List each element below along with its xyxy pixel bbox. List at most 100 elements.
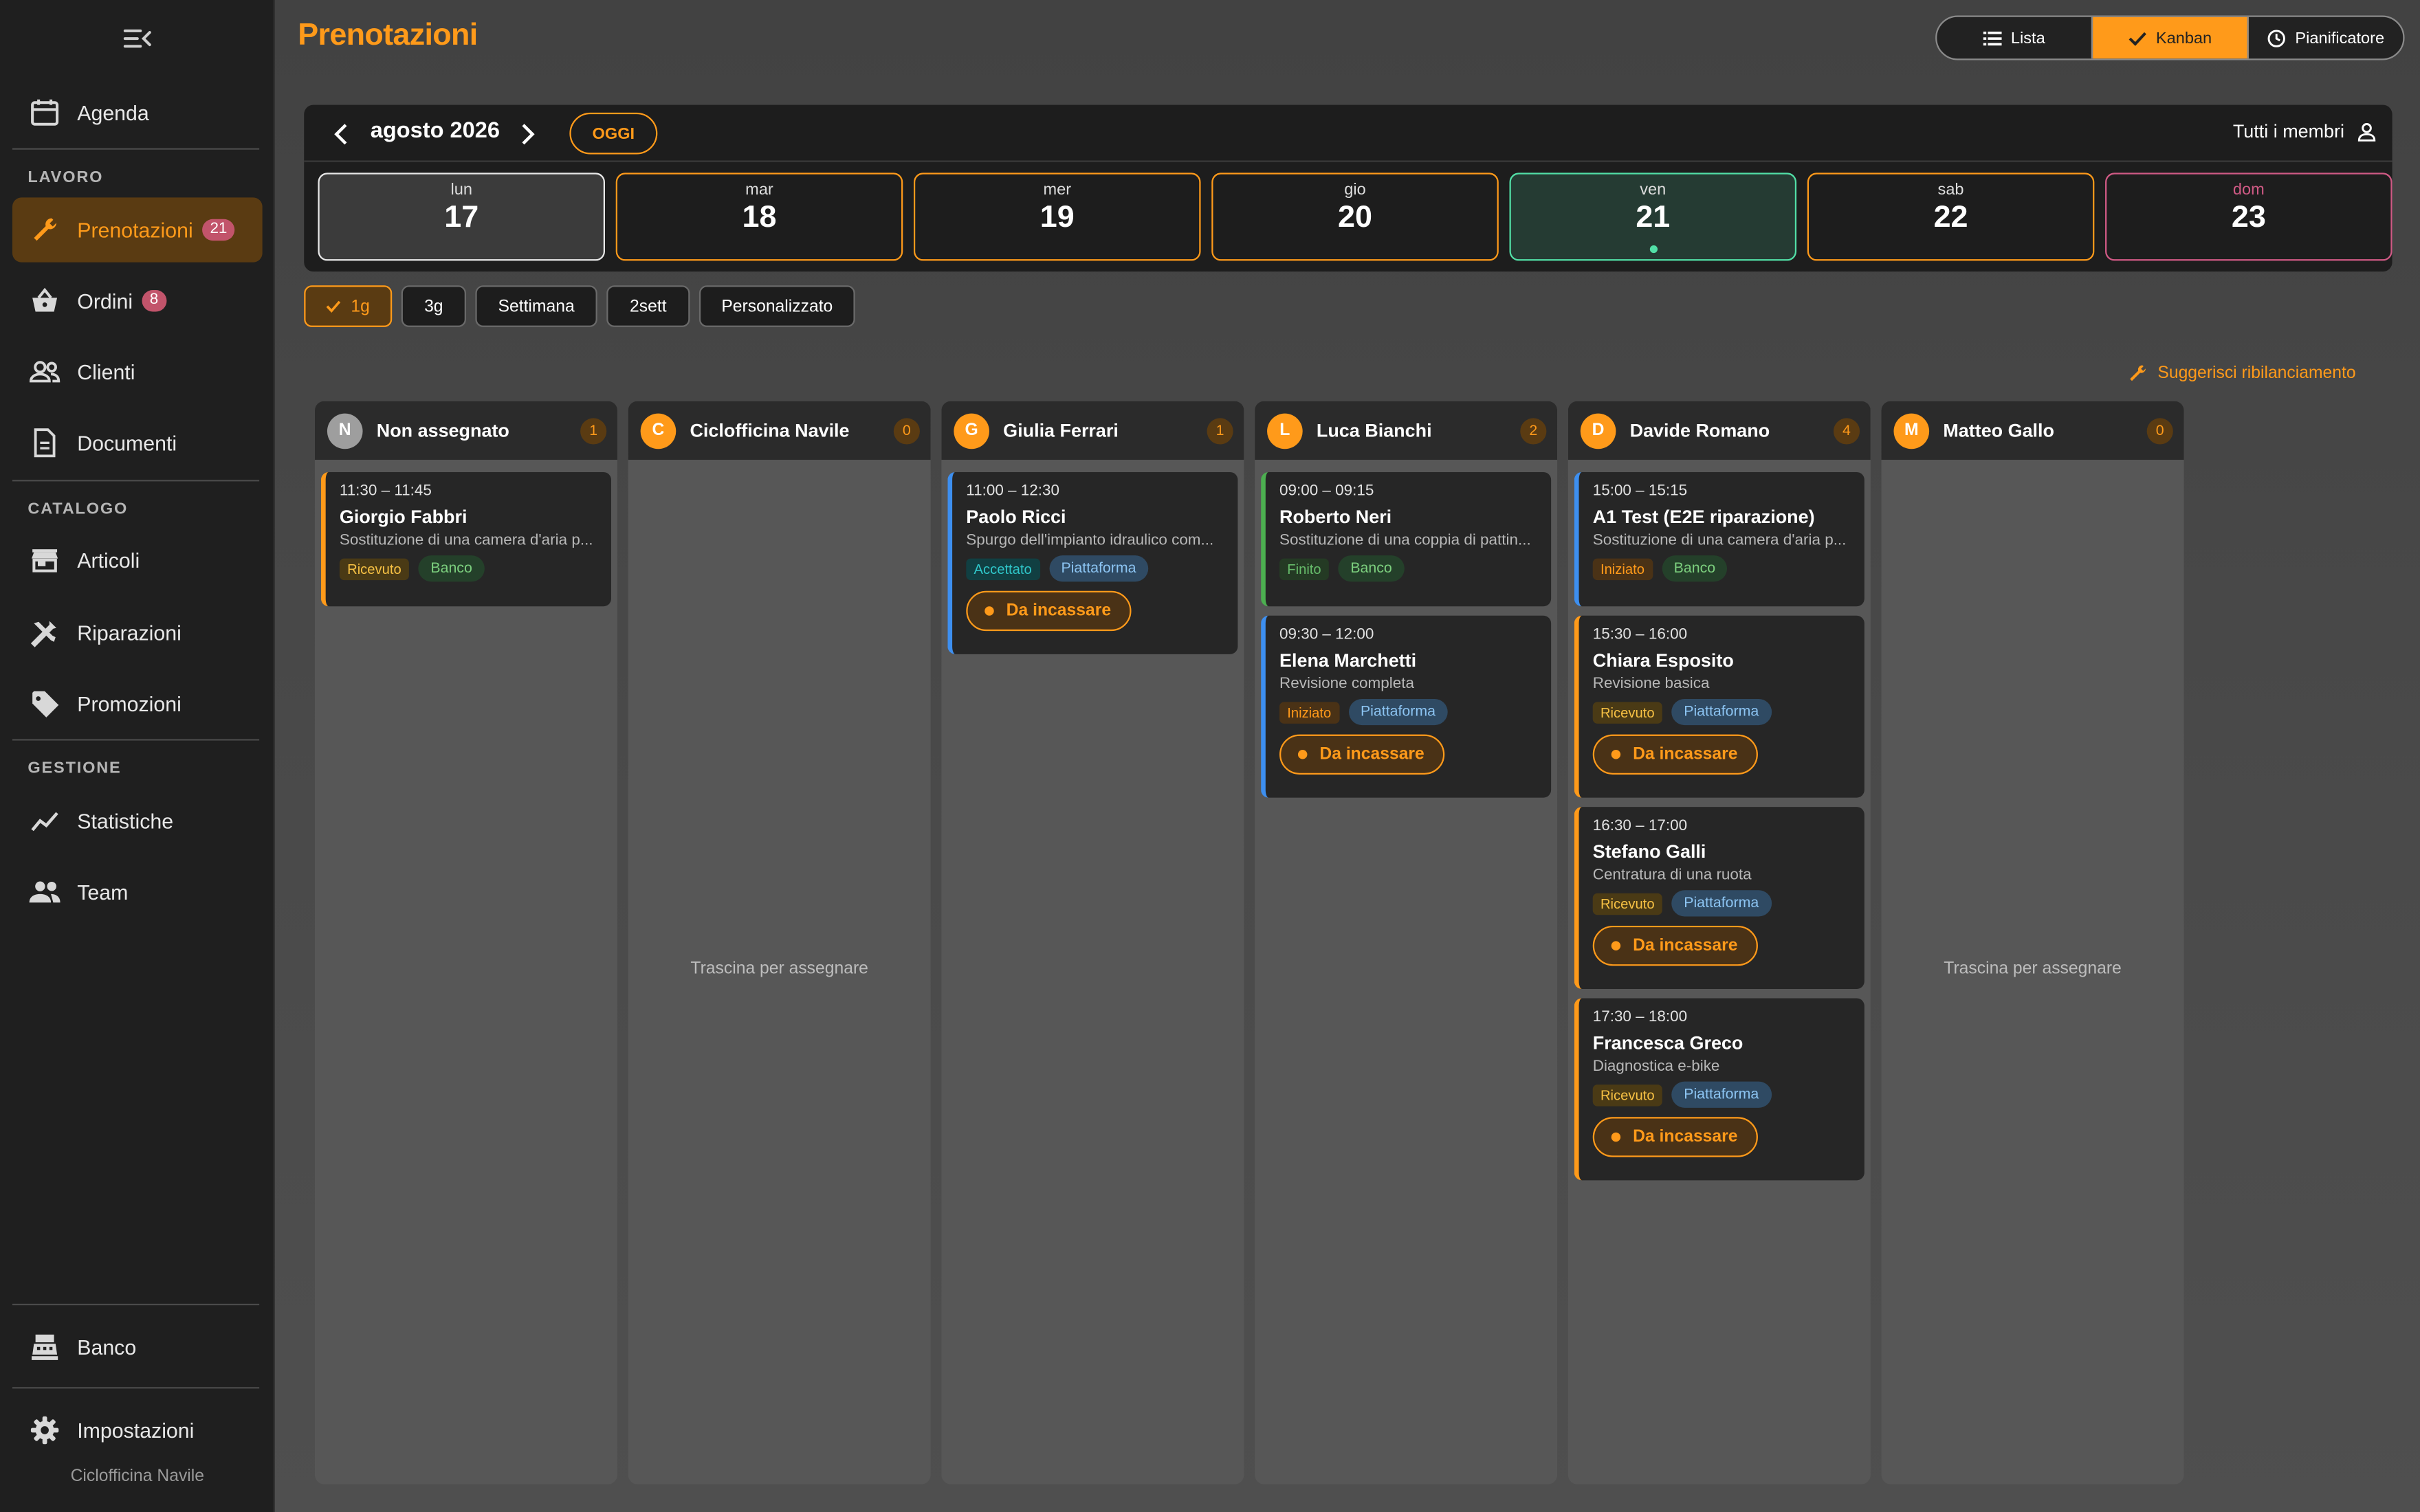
day-name: dom <box>2232 180 2265 199</box>
day-dom[interactable]: dom 23 <box>2105 173 2392 261</box>
status-badge: Iniziato <box>1592 557 1653 579</box>
sidebar-item-label: Clienti <box>77 360 135 383</box>
sidebar-item-articoli[interactable]: Articoli <box>12 528 263 592</box>
sidebar-item-prenotazioni[interactable]: Prenotazioni 21 <box>12 197 263 263</box>
section-label-gestione: GESTIONE <box>28 759 122 778</box>
day-gio[interactable]: gio 20 <box>1211 173 1499 261</box>
day-name: sab <box>1937 180 1964 199</box>
suggest-label: Suggerisci ribilanciamento <box>2157 364 2356 383</box>
sidebar-item-label: Banco <box>77 1335 137 1359</box>
section-label-catalogo: CATALOGO <box>28 500 129 519</box>
tag-icon <box>28 687 61 720</box>
day-ven[interactable]: ven 21 <box>1509 173 1797 261</box>
sidebar-item-label: Team <box>77 880 129 904</box>
today-button[interactable]: OGGI <box>569 112 658 155</box>
kanban-column[interactable]: D Davide Romano 4 15:00 – 15:15 A1 Test … <box>1568 401 1871 1485</box>
day-number: 18 <box>742 200 777 235</box>
sidebar-item-statistiche[interactable]: Statistiche <box>12 788 263 853</box>
sidebar-item-impostazioni[interactable]: Impostazioni <box>12 1398 263 1463</box>
avatar: G <box>954 412 989 449</box>
booking-card[interactable]: 16:30 – 17:00 Stefano Galli Centratura d… <box>1574 807 1864 989</box>
avatar: C <box>640 412 676 449</box>
kanban-column[interactable]: G Giulia Ferrari 1 11:00 – 12:30 Paolo R… <box>941 401 1244 1485</box>
day-name: lun <box>450 180 472 199</box>
day-number: 23 <box>2231 200 2266 235</box>
avatar: D <box>1580 412 1616 449</box>
sidebar-item-label: Articoli <box>77 548 140 572</box>
range-2sett[interactable]: 2sett <box>606 285 690 327</box>
sidebar-item-clienti[interactable]: Clienti <box>12 340 263 404</box>
column-name: Matteo Gallo <box>1943 419 2054 442</box>
app-root: Agenda LAVORO Prenotazioni 21 Ordini 8 C… <box>0 0 2420 1512</box>
payment-label: Da incassare <box>1633 936 1738 955</box>
avatar: N <box>327 412 363 449</box>
status-badge: Ricevuto <box>1592 1084 1662 1106</box>
booking-card[interactable]: 17:30 – 18:00 Francesca Greco Diagnostic… <box>1574 998 1864 1181</box>
menu-collapse-icon[interactable] <box>122 25 153 52</box>
clock-icon <box>2267 29 2286 47</box>
person-icon <box>2357 122 2376 141</box>
day-mer[interactable]: mer 19 <box>913 173 1201 261</box>
check-icon <box>327 300 342 313</box>
chevron-right-icon[interactable] <box>512 120 540 148</box>
sidebar-item-riparazioni[interactable]: Riparazioni <box>12 600 263 665</box>
sidebar-item-team[interactable]: Team <box>12 859 263 924</box>
document-icon <box>28 426 61 460</box>
payment-badge[interactable]: Da incassare <box>1279 734 1444 775</box>
sidebar-item-documenti[interactable]: Documenti <box>12 410 263 475</box>
range-1g[interactable]: 1g <box>304 285 393 327</box>
booking-card[interactable]: 09:30 – 12:00 Elena Marchetti Revisione … <box>1261 615 1552 798</box>
day-name: gio <box>1344 180 1366 199</box>
members-filter[interactable]: Tutti i membri <box>2233 120 2377 142</box>
card-time: 15:30 – 16:00 <box>1592 626 1688 644</box>
booking-card[interactable]: 15:30 – 16:00 Chiara Esposito Revisione … <box>1574 615 1864 798</box>
sidebar-item-ordini[interactable]: Ordini 8 <box>12 269 263 333</box>
sidebar-item-label: Impostazioni <box>77 1419 195 1442</box>
sidebar: Agenda LAVORO Prenotazioni 21 Ordini 8 C… <box>0 0 275 1512</box>
payment-badge[interactable]: Da incassare <box>966 590 1132 632</box>
count-badge: 4 <box>1833 418 1860 445</box>
day-sab[interactable]: sab 22 <box>1807 173 2095 261</box>
view-option-pianificatore[interactable]: Pianificatore <box>2249 17 2403 59</box>
booking-card[interactable]: 11:00 – 12:30 Paolo Ricci Spurgo dell'im… <box>947 471 1238 654</box>
column-header: N Non assegnato 1 <box>314 401 617 460</box>
card-description: Diagnostica e-bike <box>1592 1058 1720 1076</box>
sidebar-item-promozioni[interactable]: Promozioni <box>12 671 263 736</box>
chevron-left-icon[interactable] <box>329 120 356 148</box>
suggest-rebalance-button[interactable]: Suggerisci ribilanciamento <box>2126 363 2356 384</box>
tools-icon <box>28 616 61 649</box>
payment-badge[interactable]: Da incassare <box>1592 925 1758 966</box>
payment-badge[interactable]: Da incassare <box>1592 734 1758 775</box>
day-mar[interactable]: mar 18 <box>615 173 903 261</box>
payment-label: Da incassare <box>1006 601 1112 621</box>
payment-badge[interactable]: Da incassare <box>1592 1117 1758 1157</box>
day-name: ven <box>1640 180 1666 199</box>
day-number: 20 <box>1338 200 1372 235</box>
count-badge: 2 <box>1520 418 1547 445</box>
drop-hint: Trascina per assegnare <box>1944 959 2122 979</box>
count-badge: 8 <box>142 290 166 312</box>
channel-badge: Piattaforma <box>1671 1081 1772 1108</box>
kanban-column[interactable]: M Matteo Gallo 0 Trascina per assegnare <box>1881 401 2184 1485</box>
day-lun[interactable]: lun 17 <box>318 173 606 261</box>
card-time: 16:30 – 17:00 <box>1592 817 1688 835</box>
card-time: 15:00 – 15:15 <box>1592 482 1688 500</box>
booking-card[interactable]: 15:00 – 15:15 A1 Test (E2E riparazione) … <box>1574 471 1864 607</box>
kanban-column[interactable]: L Luca Bianchi 2 09:00 – 09:15 Roberto N… <box>1255 401 1558 1485</box>
view-option-kanban[interactable]: Kanban <box>2093 16 2249 59</box>
kanban-column[interactable]: C Ciclofficina Navile 0 Trascina per ass… <box>628 401 931 1485</box>
view-option-lista[interactable]: Lista <box>1937 16 2093 59</box>
booking-card[interactable]: 09:00 – 09:15 Roberto Neri Sostituzione … <box>1261 471 1552 607</box>
column-header: C Ciclofficina Navile 0 <box>628 401 931 460</box>
range-personalizzato[interactable]: Personalizzato <box>698 285 855 327</box>
booking-card[interactable]: 11:30 – 11:45 Giorgio Fabbri Sostituzion… <box>320 471 611 607</box>
sidebar-item-agenda[interactable]: Agenda <box>12 80 263 145</box>
kanban-column[interactable]: N Non assegnato 1 11:30 – 11:45 Giorgio … <box>314 401 617 1485</box>
divider <box>12 739 260 741</box>
range-settimana[interactable]: Settimana <box>475 285 597 327</box>
chart-line-icon <box>28 804 61 838</box>
card-time: 11:00 – 12:30 <box>966 482 1059 500</box>
range-3g[interactable]: 3g <box>401 285 466 327</box>
count-badge: 1 <box>580 418 607 445</box>
sidebar-item-banco[interactable]: Banco <box>12 1315 263 1379</box>
